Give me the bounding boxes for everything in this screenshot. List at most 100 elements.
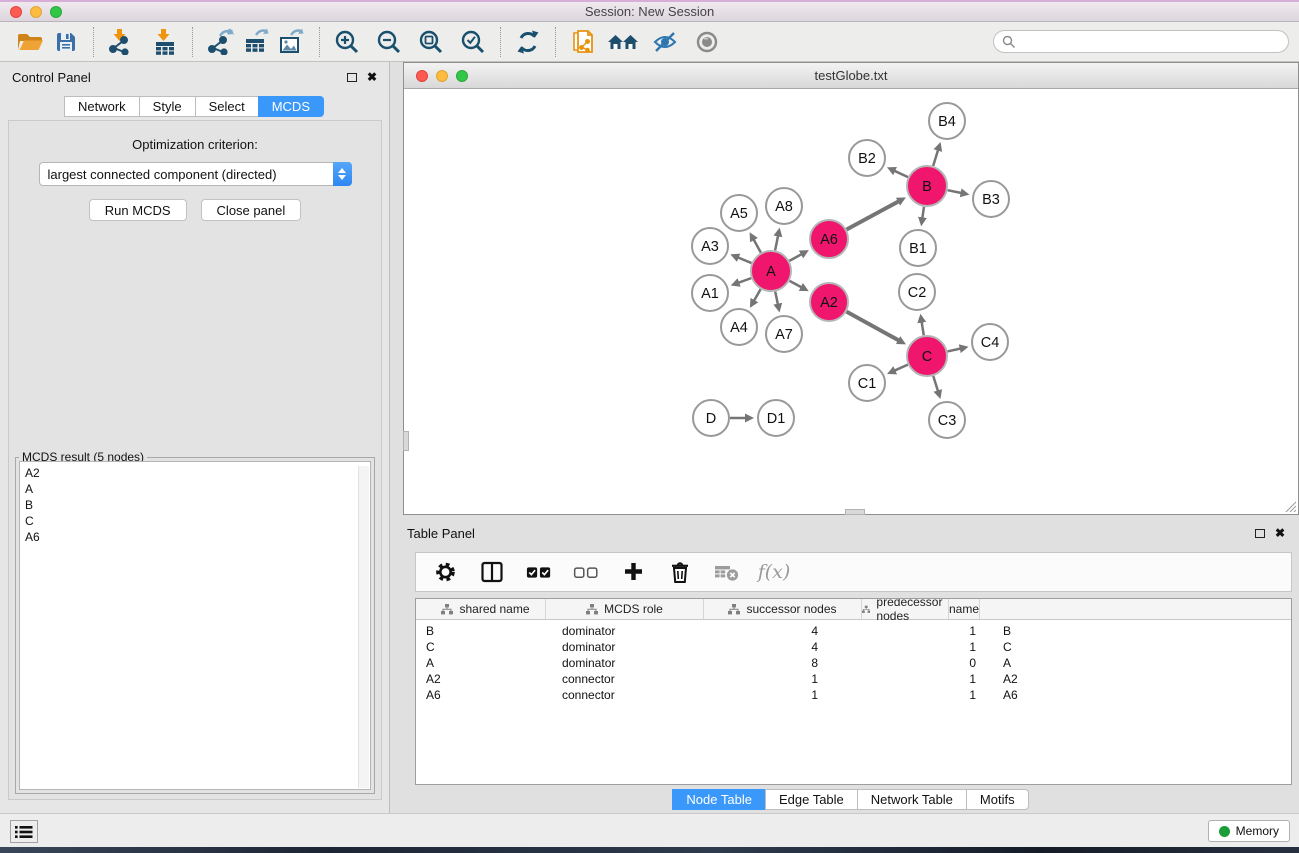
table-row[interactable]: A2 connector 1 1 A2: [416, 671, 1291, 687]
mcds-result-list: A2ABCA6: [19, 461, 371, 790]
zoom-window-button[interactable]: [50, 6, 62, 18]
network-close-button[interactable]: [416, 70, 428, 82]
graph-edge-A-A4[interactable]: [754, 289, 761, 301]
column-header[interactable]: shared name: [426, 599, 546, 619]
task-history-button[interactable]: [10, 820, 38, 843]
run-mcds-button[interactable]: Run MCDS: [89, 199, 187, 221]
network-canvas[interactable]: AA1A2A3A4A5A6A7A8BB1B2B3B4CC1C2C3C4DD1: [404, 90, 1298, 514]
mcds-result-item[interactable]: A2: [20, 465, 370, 481]
graph-edge-B-B2[interactable]: [894, 171, 908, 177]
close-panel-button[interactable]: Close panel: [201, 199, 302, 221]
table-row[interactable]: A6 connector 1 1 A6: [416, 687, 1291, 703]
column-header[interactable]: successor nodes: [704, 599, 862, 619]
graph-edge-A-A3[interactable]: [738, 257, 752, 263]
network-window-titlebar: testGlobe.txt: [404, 63, 1298, 89]
workspace: Control Panel ✖ NetworkStyleSelectMCDS O…: [0, 62, 1299, 813]
table-row[interactable]: B dominator 4 1 B: [416, 623, 1291, 639]
mcds-result-item[interactable]: A6: [20, 529, 370, 545]
zoom-selected-icon[interactable]: [455, 24, 491, 60]
save-session-icon[interactable]: [48, 24, 84, 60]
search-field[interactable]: [993, 30, 1289, 53]
mcds-result-item[interactable]: C: [20, 513, 370, 529]
control-panel: Control Panel ✖ NetworkStyleSelectMCDS O…: [0, 62, 390, 813]
graph-edge-C-C2[interactable]: [922, 322, 924, 336]
open-session-icon[interactable]: [12, 24, 48, 60]
table-tabs: Node TableEdge TableNetwork TableMotifs: [403, 789, 1299, 810]
import-network-icon[interactable]: [103, 24, 139, 60]
close-table-panel-icon[interactable]: ✖: [1275, 528, 1285, 538]
memory-button[interactable]: Memory: [1208, 820, 1290, 842]
control-panel-tab[interactable]: MCDS: [258, 96, 324, 117]
graph-edge-B-B3[interactable]: [948, 190, 962, 193]
graph-edge-C-C1[interactable]: [894, 365, 907, 371]
preview-eye-icon[interactable]: [689, 24, 725, 60]
network-minimize-button[interactable]: [436, 70, 448, 82]
network-zoom-button[interactable]: [456, 70, 468, 82]
export-table-icon[interactable]: [238, 24, 274, 60]
search-input[interactable]: [1016, 33, 1288, 51]
graph-edge-B-B1[interactable]: [922, 207, 924, 219]
control-panel-tab[interactable]: Style: [139, 96, 196, 117]
refresh-layout-icon[interactable]: [510, 24, 546, 60]
minimize-window-button[interactable]: [30, 6, 42, 18]
close-panel-icon[interactable]: ✖: [367, 72, 377, 82]
split-view-icon[interactable]: [479, 559, 505, 585]
export-image-icon[interactable]: [274, 24, 310, 60]
settings-gear-icon[interactable]: [432, 559, 458, 585]
mcds-result-item[interactable]: A: [20, 481, 370, 497]
mcds-result-item[interactable]: B: [20, 497, 370, 513]
float-table-panel-icon[interactable]: [1255, 529, 1265, 538]
hide-graphics-icon[interactable]: [647, 24, 683, 60]
criterion-dropdown[interactable]: largest connected component (directed): [39, 162, 352, 186]
graph-node-label-A8: A8: [775, 199, 793, 215]
graph-edge-A2-C[interactable]: [847, 312, 899, 341]
add-column-icon[interactable]: [620, 559, 646, 585]
table-tab[interactable]: Motifs: [966, 789, 1029, 810]
graph-node-label-B1: B1: [909, 241, 927, 257]
clone-network-icon[interactable]: [565, 24, 601, 60]
import-table-icon[interactable]: [147, 24, 183, 60]
network-graph[interactable]: AA1A2A3A4A5A6A7A8BB1B2B3B4CC1C2C3C4DD1: [404, 90, 1298, 514]
graph-node-label-B4: B4: [938, 114, 956, 130]
float-panel-icon[interactable]: [347, 73, 357, 82]
delete-column-icon[interactable]: [667, 559, 693, 585]
control-panel-tab[interactable]: Network: [64, 96, 140, 117]
control-panel-tab[interactable]: Select: [195, 96, 259, 117]
graph-edge-A6-B[interactable]: [847, 201, 899, 229]
table-row[interactable]: C dominator 4 1 C: [416, 639, 1291, 655]
close-window-button[interactable]: [10, 6, 22, 18]
zoom-in-icon[interactable]: [329, 24, 365, 60]
export-network-icon[interactable]: [202, 24, 238, 60]
graph-edge-A-A5[interactable]: [753, 239, 760, 252]
table-tab[interactable]: Edge Table: [765, 789, 858, 810]
graph-edge-C-C3[interactable]: [933, 376, 938, 391]
table-row[interactable]: A dominator 8 0 A: [416, 655, 1291, 671]
graph-edge-B-B4[interactable]: [933, 150, 938, 166]
graph-node-label-D: D: [706, 411, 716, 427]
double-home-icon[interactable]: [605, 24, 641, 60]
table-tab[interactable]: Network Table: [857, 789, 967, 810]
select-all-icon[interactable]: [526, 559, 552, 585]
control-panel-title: Control Panel: [12, 70, 91, 85]
column-header[interactable]: predecessor nodes: [862, 599, 949, 619]
graph-node-label-C4: C4: [981, 335, 1000, 351]
delete-table-icon[interactable]: [714, 559, 740, 585]
graph-edge-A-A7[interactable]: [775, 292, 778, 305]
graph-edge-A-A2[interactable]: [790, 281, 802, 287]
table-tab[interactable]: Node Table: [672, 789, 766, 810]
zoom-fit-icon[interactable]: [413, 24, 449, 60]
result-list-scrollbar[interactable]: [358, 466, 369, 788]
graph-edge-A-A8[interactable]: [775, 235, 778, 250]
table-toolbar: f(x): [415, 552, 1292, 592]
bottom-splitter-handle[interactable]: [845, 509, 865, 515]
left-splitter-handle[interactable]: [403, 431, 409, 451]
graph-edge-A-A6[interactable]: [789, 254, 801, 261]
graph-edge-A-A1[interactable]: [738, 278, 751, 283]
function-builder-icon[interactable]: f(x): [761, 559, 787, 585]
column-header[interactable]: MCDS role: [546, 599, 704, 619]
resize-grip-icon[interactable]: [1283, 499, 1297, 513]
graph-edge-C-C4[interactable]: [947, 349, 960, 352]
column-header[interactable]: name: [949, 599, 980, 619]
zoom-out-icon[interactable]: [371, 24, 407, 60]
deselect-all-icon[interactable]: [573, 559, 599, 585]
